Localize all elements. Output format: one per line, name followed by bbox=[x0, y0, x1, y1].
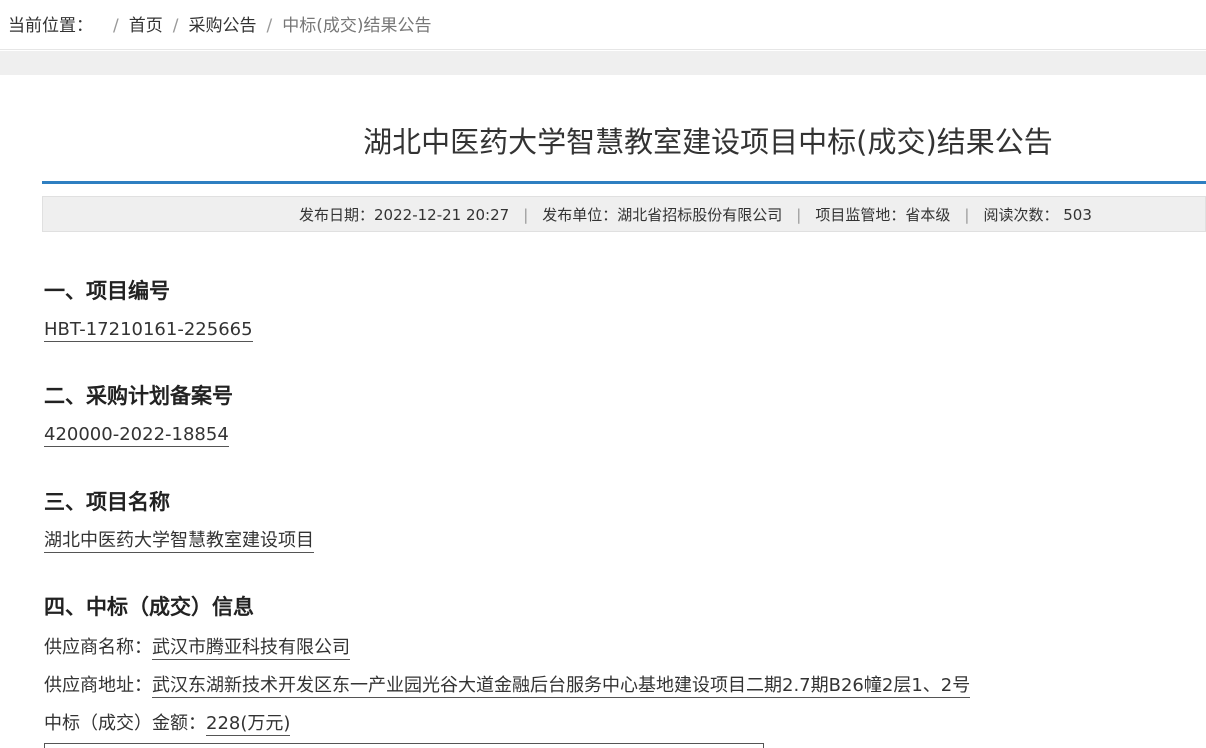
breadcrumb-home-link[interactable]: 首页 bbox=[129, 16, 163, 36]
table-border-top bbox=[44, 743, 764, 748]
project-name-value: 湖北中医药大学智慧教室建设项目 bbox=[44, 530, 314, 553]
views-label: 阅读次数： bbox=[983, 206, 1059, 224]
breadcrumb-procurement-link[interactable]: 采购公告 bbox=[188, 16, 256, 36]
breadcrumb-bar: 当前位置： / 首页 / 采购公告 / 中标(成交)结果公告 bbox=[0, 0, 1206, 50]
award-amount-label: 中标（成交）金额： bbox=[44, 713, 206, 734]
publish-date-label: 发布日期： bbox=[299, 206, 375, 224]
page-divider-strip bbox=[0, 51, 1206, 75]
project-number-value: HBT-17210161-225665 bbox=[44, 319, 253, 342]
meta-separator: | bbox=[523, 206, 529, 224]
publish-date: 2022-12-21 20:27 bbox=[374, 206, 510, 224]
section-heading-plan-number: 二、采购计划备案号 bbox=[44, 384, 233, 408]
title-underline bbox=[42, 181, 1206, 184]
meta-bar: 发布日期：2022-12-21 20:27 | 发布单位：湖北省招标股份有限公司 | 项… bbox=[42, 196, 1206, 232]
award-amount-value: 228(万元) bbox=[206, 713, 291, 736]
supplier-name-value: 武汉市腾亚科技有限公司 bbox=[152, 637, 350, 660]
breadcrumb-current: 中标(成交)结果公告 bbox=[282, 16, 432, 36]
meta-separator: | bbox=[964, 206, 970, 224]
breadcrumb-separator: / bbox=[113, 16, 119, 36]
supplier-address-label: 供应商地址： bbox=[44, 675, 152, 696]
plan-number-value: 420000-2022-18854 bbox=[44, 424, 229, 447]
project-number: HBT-17210161-225665 bbox=[44, 318, 253, 342]
region-label: 项目监管地： bbox=[815, 206, 906, 224]
meta-separator: | bbox=[796, 206, 802, 224]
section-heading-project-name: 三、项目名称 bbox=[44, 490, 170, 514]
breadcrumb-prefix: 当前位置： bbox=[8, 16, 93, 36]
page-title: 湖北中医药大学智慧教室建设项目中标(成交)结果公告 bbox=[363, 125, 1053, 159]
plan-number: 420000-2022-18854 bbox=[44, 423, 229, 447]
region: 省本级 bbox=[905, 206, 951, 224]
project-name: 湖北中医药大学智慧教室建设项目 bbox=[44, 529, 314, 553]
supplier-address-value: 武汉东湖新技术开发区东一产业园光谷大道金融后台服务中心基地建设项目二期2.7期B… bbox=[152, 675, 971, 698]
section-heading-project-number: 一、项目编号 bbox=[44, 279, 170, 303]
views-count: 503 bbox=[1063, 206, 1092, 224]
award-amount-row: 中标（成交）金额：228(万元) bbox=[44, 712, 291, 736]
supplier-address-row: 供应商地址：武汉东湖新技术开发区东一产业园光谷大道金融后台服务中心基地建设项目二… bbox=[44, 674, 971, 698]
publisher: 湖北省招标股份有限公司 bbox=[617, 206, 783, 224]
section-heading-award-info: 四、中标（成交）信息 bbox=[44, 595, 254, 619]
publisher-label: 发布单位： bbox=[542, 206, 618, 224]
breadcrumb-separator: / bbox=[172, 16, 179, 36]
breadcrumb: 当前位置： / 首页 / 采购公告 / 中标(成交)结果公告 bbox=[8, 15, 431, 37]
breadcrumb-separator: / bbox=[266, 16, 273, 36]
meta-info: 发布日期：2022-12-21 20:27 | 发布单位：湖北省招标股份有限公司 | 项… bbox=[299, 205, 1092, 225]
supplier-name-label: 供应商名称： bbox=[44, 637, 152, 658]
supplier-name-row: 供应商名称：武汉市腾亚科技有限公司 bbox=[44, 636, 350, 660]
